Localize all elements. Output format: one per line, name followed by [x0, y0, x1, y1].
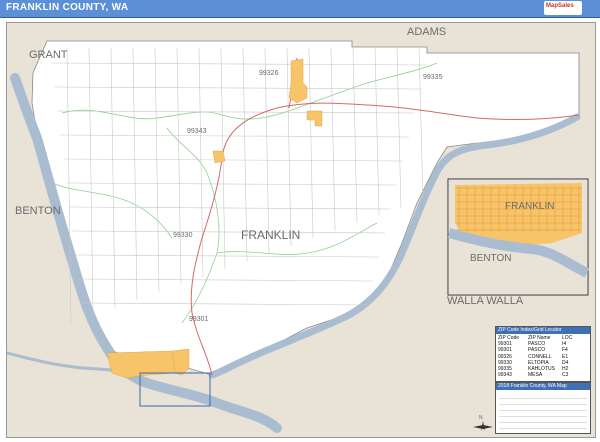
legend-row: 99343 MESA C3 — [498, 372, 588, 378]
map-key-box: 2018 Franklin County, WA Map — [495, 382, 591, 434]
zip-label-99301: 99301 — [189, 316, 209, 323]
zip-label-99335: 99335 — [423, 74, 443, 81]
inset-label-benton: BENTON — [470, 253, 512, 264]
legend-zip: 99343 — [498, 372, 512, 379]
logo-text: MapSales — [546, 3, 574, 9]
key-title: 2018 Franklin County, WA Map — [496, 383, 590, 390]
zip-label-99330: 99330 — [173, 232, 193, 239]
legend-title: ZIP Code Index/Grid Locator — [496, 327, 590, 334]
map-page: FRANKLIN COUNTY, WA MapSales GRANT ADAMS… — [0, 0, 600, 442]
page-title: FRANKLIN COUNTY, WA — [6, 2, 129, 13]
key-line — [499, 423, 587, 429]
key-lines — [499, 393, 587, 429]
legend-table: ZIP Code ZIP Name LOC 99301 PASCO I4 993… — [498, 335, 588, 378]
legend-loc: C3 — [562, 372, 569, 379]
eltopia-city — [212, 150, 226, 164]
compass-north-label: N — [479, 415, 483, 421]
brand-logo: MapSales — [544, 1, 582, 15]
label-walla-walla: WALLA WALLA — [447, 295, 524, 307]
title-bar: FRANKLIN COUNTY, WA MapSales — [0, 0, 600, 18]
zip-label-99343: 99343 — [187, 128, 207, 135]
zip-code-index-legend: ZIP Code Index/Grid Locator ZIP Code ZIP… — [495, 326, 591, 382]
legend-zip-name: MESA — [528, 372, 543, 379]
pasco-inset-map[interactable]: FRANKLIN BENTON — [447, 178, 590, 296]
label-grant: GRANT — [29, 49, 68, 61]
label-benton: BENTON — [15, 205, 61, 217]
zip-label-99326: 99326 — [259, 70, 279, 77]
label-adams: ADAMS — [407, 26, 446, 38]
label-franklin: FRANKLIN — [241, 228, 300, 242]
inset-label-franklin: FRANKLIN — [505, 201, 554, 212]
